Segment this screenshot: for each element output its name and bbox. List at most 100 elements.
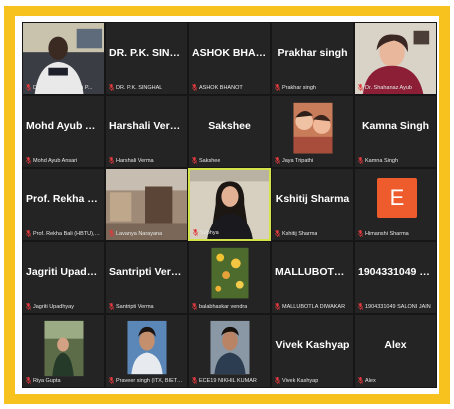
- participant-name-label: Riya Gupta: [26, 377, 101, 384]
- mic-muted-icon: [26, 84, 31, 91]
- participant-display-name: DR. P.K. SINGHAL: [109, 47, 187, 59]
- mic-muted-icon: [192, 377, 197, 384]
- participant-display-name: 1904331049 SA...: [358, 266, 436, 278]
- participant-tile[interactable]: Praveer singh (ITX, BIET J...: [105, 314, 188, 388]
- participant-tile[interactable]: Sakshee Sakshee: [188, 95, 271, 168]
- participant-display-name: ASHOK BHANOT: [192, 47, 270, 59]
- participant-name-label: Sakshee: [192, 157, 267, 164]
- participant-name-label: Jaya Tripathi: [275, 157, 350, 164]
- participant-name-label: Harshali Verma: [109, 157, 184, 164]
- participant-tile[interactable]: MALLUBOTLA... MALLUBOTLA DIWAKAR: [271, 241, 354, 314]
- participant-tile[interactable]: Sabhya: [188, 168, 271, 241]
- participant-grid: Director BIET Jhansi P... DR. P.K. SINGHA…: [22, 22, 437, 388]
- participant-name-label: Mohd Ayub Ansari: [26, 157, 101, 164]
- participant-name-label: Prakhar singh: [275, 84, 350, 91]
- participant-tile[interactable]: Harshali Verma Harshali Verma: [105, 95, 188, 168]
- participant-tile[interactable]: Vivek Kashyap Vivek Kashyap: [271, 314, 354, 388]
- mic-muted-icon: [358, 377, 363, 384]
- participant-label-text: Harshali Verma: [116, 157, 154, 164]
- participant-name-label: Kshitij Sharma: [275, 230, 350, 237]
- participant-display-name: Harshali Verma: [109, 120, 185, 132]
- participant-name-label: Lavanya Narayana: [109, 230, 184, 237]
- mic-muted-icon: [275, 84, 280, 91]
- participant-label-text: 1904331049 SALONI JAIN: [365, 303, 431, 310]
- participant-tile[interactable]: 1904331049 SA... 1904331049 SALONI JAIN: [354, 241, 437, 314]
- frame-inner: Director BIET Jhansi P... DR. P.K. SINGHA…: [15, 16, 439, 394]
- participant-tile[interactable]: Jagriti Upadhyay Jagriti Upadhyay: [22, 241, 105, 314]
- mic-muted-icon: [192, 157, 197, 164]
- participant-name-label: Director BIET Jhansi P...: [26, 84, 101, 91]
- participant-tile[interactable]: Lavanya Narayana: [105, 168, 188, 241]
- mic-muted-icon: [275, 377, 280, 384]
- mic-muted-icon: [26, 377, 31, 384]
- participant-label-text: Jaya Tripathi: [282, 157, 314, 164]
- participant-label-text: Santripti Verma: [116, 303, 154, 310]
- participant-name-label: DR. P.K. SINGHAL: [109, 84, 184, 91]
- participant-name-label: Santripti Verma: [109, 303, 184, 310]
- participant-label-text: Sabhya: [200, 229, 219, 236]
- avatar: E: [377, 178, 417, 218]
- participant-label-text: Kshitij Sharma: [282, 230, 318, 237]
- mic-muted-icon: [109, 377, 114, 384]
- participant-tile[interactable]: Prof. Rekha Ball... Prof. Rekha Bali (HB…: [22, 168, 105, 241]
- participant-name-label: Sabhya: [193, 229, 266, 236]
- mic-muted-icon: [109, 157, 114, 164]
- mic-muted-icon: [192, 303, 197, 310]
- participant-name-label: Kamna Singh: [358, 157, 433, 164]
- participant-display-name: Sakshee: [208, 120, 251, 132]
- participant-tile[interactable]: E Himanshi Sharma: [354, 168, 437, 241]
- participant-label-text: Kamna Singh: [365, 157, 399, 164]
- mic-muted-icon: [109, 84, 114, 91]
- participant-name-label: Himanshi Sharma: [358, 230, 433, 237]
- participant-display-name: Mohd Ayub An...: [26, 120, 104, 132]
- participant-tile[interactable]: Riya Gupta: [22, 314, 105, 388]
- participant-tile[interactable]: Jaya Tripathi: [271, 95, 354, 168]
- participant-display-name: Vivek Kashyap: [275, 339, 350, 351]
- participant-display-name: Alex: [384, 339, 407, 351]
- participant-label-text: Sakshee: [199, 157, 221, 164]
- mic-muted-icon: [358, 157, 363, 164]
- participant-label-text: Prakhar singh: [282, 84, 316, 91]
- participant-display-name: Prakhar singh: [277, 47, 348, 59]
- participant-tile[interactable]: Dr. Shahanaz Ayub: [354, 22, 437, 95]
- participant-tile[interactable]: Director BIET Jhansi P...: [22, 22, 105, 95]
- participant-label-text: ASHOK BHANOT: [199, 84, 243, 91]
- mic-muted-icon: [358, 230, 363, 237]
- participant-label-text: ECE19 NIKHIL KUMAR: [199, 377, 257, 384]
- participant-tile[interactable]: Prakhar singh Prakhar singh: [271, 22, 354, 95]
- participant-tile[interactable]: DR. P.K. SINGHAL DR. P.K. SINGHAL: [105, 22, 188, 95]
- participant-name-label: Vivek Kashyap: [275, 377, 350, 384]
- mic-muted-icon: [109, 230, 114, 237]
- mic-muted-icon: [26, 303, 31, 310]
- mic-muted-icon: [275, 157, 280, 164]
- participant-name-label: Prof. Rekha Bali (HBTU), K...: [26, 230, 101, 237]
- participant-name-label: MALLUBOTLA DIWAKAR: [275, 303, 350, 310]
- participant-label-text: Mohd Ayub Ansari: [33, 157, 78, 164]
- mic-muted-icon: [358, 303, 363, 310]
- participant-label-text: Jagriti Upadhyay: [33, 303, 74, 310]
- participant-tile[interactable]: ECE19 NIKHIL KUMAR: [188, 314, 271, 388]
- participant-tile[interactable]: Kamna Singh Kamna Singh: [354, 95, 437, 168]
- participant-display-name: Jagriti Upadhyay: [26, 266, 104, 278]
- participant-label-text: Director BIET Jhansi P...: [33, 84, 93, 91]
- participant-label-text: MALLUBOTLA DIWAKAR: [282, 303, 346, 310]
- participant-name-label: balabhaskar vendra: [192, 303, 267, 310]
- participant-label-text: Prof. Rekha Bali (HBTU), K...: [33, 230, 101, 237]
- participant-display-name: Kshitij Sharma: [275, 193, 350, 205]
- participant-label-text: Vivek Kashyap: [282, 377, 319, 384]
- participant-name-label: Alex: [358, 377, 433, 384]
- mic-muted-icon: [109, 303, 114, 310]
- participant-tile[interactable]: Kshitij Sharma Kshitij Sharma: [271, 168, 354, 241]
- participant-tile[interactable]: balabhaskar vendra: [188, 241, 271, 314]
- participant-name-label: ECE19 NIKHIL KUMAR: [192, 377, 267, 384]
- participant-display-name: MALLUBOTLA...: [275, 266, 353, 278]
- participant-tile[interactable]: Santripti Verma Santripti Verma: [105, 241, 188, 314]
- participant-tile[interactable]: ASHOK BHANOT ASHOK BHANOT: [188, 22, 271, 95]
- participant-name-label: Praveer singh (ITX, BIET J...: [109, 377, 184, 384]
- participant-tile[interactable]: Mohd Ayub An... Mohd Ayub Ansari: [22, 95, 105, 168]
- participant-label-text: Dr. Shahanaz Ayub: [365, 84, 412, 91]
- participant-name-label: Jagriti Upadhyay: [26, 303, 101, 310]
- participant-tile[interactable]: Alex Alex: [354, 314, 437, 388]
- mic-muted-icon: [193, 229, 198, 236]
- yellow-frame: Director BIET Jhansi P... DR. P.K. SINGHA…: [4, 6, 450, 404]
